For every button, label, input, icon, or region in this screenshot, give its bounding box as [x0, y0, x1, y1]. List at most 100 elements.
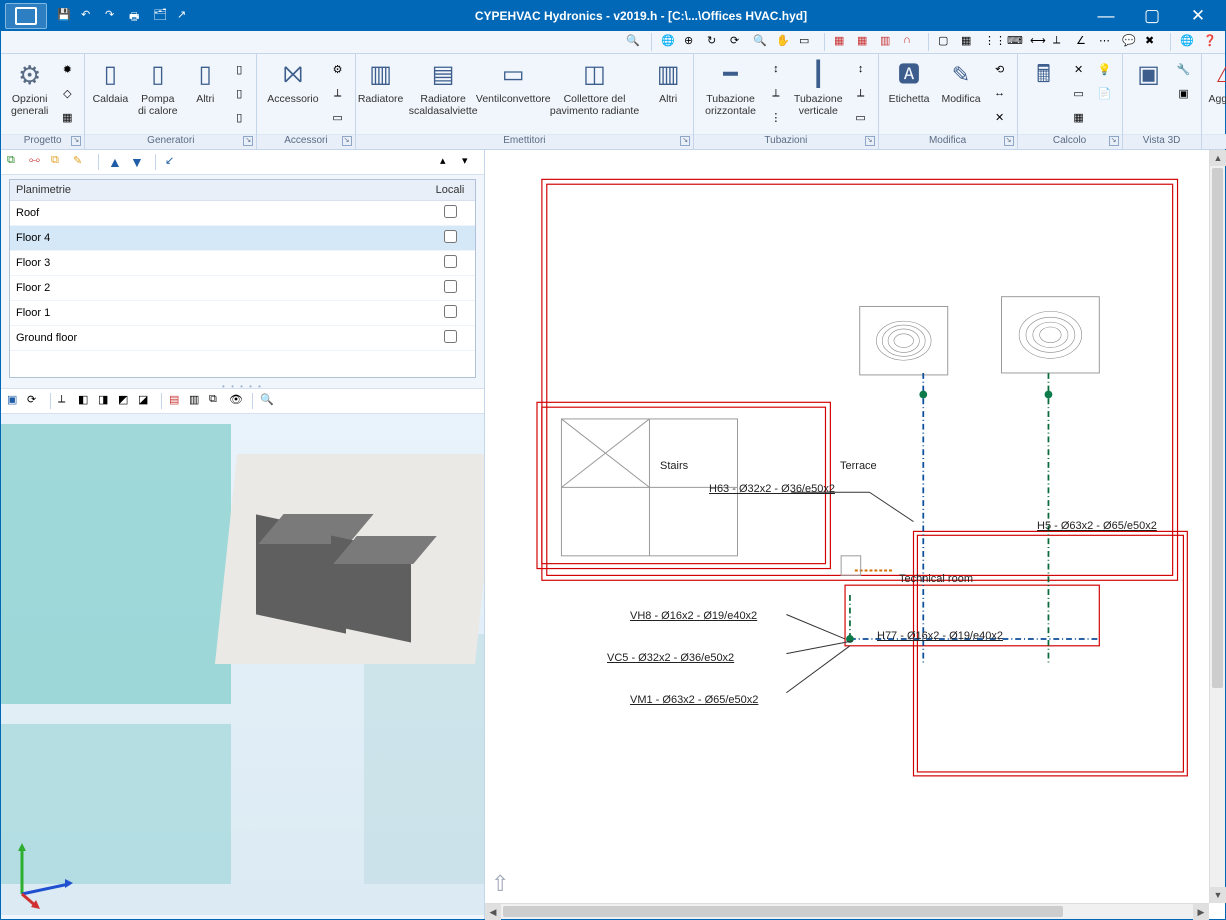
col-planimetrie[interactable]: Planimetrie — [10, 180, 425, 201]
more-icon[interactable]: ⋯ — [1099, 34, 1115, 50]
floor-row[interactable]: Floor 3 — [10, 251, 475, 276]
scroll-down-icon[interactable]: ▼ — [1210, 887, 1226, 903]
tub-sm3[interactable]: ⋮ — [765, 106, 787, 128]
floor-row[interactable]: Roof — [10, 201, 475, 226]
floor-row[interactable]: Floor 2 — [10, 276, 475, 301]
redo-icon[interactable]: ↷ — [105, 8, 121, 24]
calc-sm4[interactable]: 💡 — [1094, 58, 1116, 80]
magnet-icon[interactable]: ∩ — [903, 34, 919, 50]
view3d-icon[interactable]: ▣ — [7, 393, 23, 409]
calc-sm5[interactable]: 📄 — [1094, 82, 1116, 104]
calcolo-button[interactable]: 🖩 — [1022, 56, 1066, 108]
minimize-button[interactable]: — — [1083, 1, 1129, 31]
tubazione-verticale-button[interactable]: ┃Tubazione verticale — [789, 56, 848, 120]
tool1-icon[interactable]: ▦ — [834, 34, 850, 50]
scrollbar-horizontal[interactable]: ◀ ▶ — [485, 903, 1209, 919]
select-rect-icon[interactable]: ▭ — [799, 34, 815, 50]
collapse-up-icon[interactable]: ▴ — [440, 154, 456, 170]
collapse-down-icon[interactable]: ▾ — [462, 154, 478, 170]
modifica-button[interactable]: ✎Modifica — [935, 56, 986, 108]
small-btn-3[interactable]: ▦ — [56, 106, 78, 128]
maximize-button[interactable]: ▢ — [1129, 1, 1175, 31]
locali-checkbox[interactable] — [444, 305, 457, 318]
v3d-sm1[interactable]: 🔧 — [1173, 58, 1195, 80]
ventilconvettore-button[interactable]: ▭Ventilconvettore — [485, 56, 542, 108]
locali-checkbox[interactable] — [444, 280, 457, 293]
acc-sm2[interactable]: ⟂ — [327, 82, 349, 104]
app-menu-icon[interactable] — [5, 3, 47, 29]
floor-row[interactable]: Ground floor — [10, 326, 475, 351]
globe2-icon[interactable]: ⊕ — [684, 34, 700, 50]
angle-icon[interactable]: ∠ — [1076, 34, 1092, 50]
tub-sm4[interactable]: ↕ — [850, 58, 872, 80]
import-icon[interactable]: ↙ — [165, 154, 181, 170]
orbit-icon[interactable]: ⟳ — [27, 393, 43, 409]
proj5-icon[interactable]: ◪ — [138, 393, 154, 409]
new-icon[interactable]: ⧉ — [7, 154, 23, 170]
locali-checkbox[interactable] — [444, 230, 457, 243]
col-locali[interactable]: Locali — [425, 180, 475, 201]
opzioni-generali-button[interactable]: ⚙ Opzioni generali — [5, 56, 54, 120]
floor-row[interactable]: Floor 4 — [10, 226, 475, 251]
tool3-icon[interactable]: ▥ — [880, 34, 896, 50]
emettitori-altri-button[interactable]: ▥Altri — [647, 56, 689, 108]
section-icon[interactable]: ▥ — [189, 393, 205, 409]
snap-grid-icon[interactable]: ▦ — [961, 34, 977, 50]
export-icon[interactable]: ↗ — [177, 8, 193, 24]
find-icon[interactable]: 🔍 — [626, 34, 642, 50]
launcher-icon[interactable]: ↘ — [680, 136, 690, 146]
scaldasalviette-button[interactable]: ▤Radiatore scaldasalviette — [402, 56, 485, 120]
caldaia-button[interactable]: ▯Caldaia — [89, 56, 131, 108]
down-icon[interactable]: ▼ — [130, 154, 146, 170]
small-btn-2[interactable]: ◇ — [56, 82, 78, 104]
locali-checkbox[interactable] — [444, 255, 457, 268]
copy-icon[interactable]: ⧉ — [51, 154, 67, 170]
etichetta-button[interactable]: 🅰Etichetta — [883, 56, 936, 108]
pan-icon[interactable]: ✋ — [776, 34, 792, 50]
proj2-icon[interactable]: ◧ — [78, 393, 94, 409]
tub-sm6[interactable]: ▭ — [850, 106, 872, 128]
v3d-sm3[interactable] — [1173, 106, 1195, 128]
calc-sm1[interactable]: ✕ — [1068, 58, 1090, 80]
edit-floor-icon[interactable]: ✎ — [73, 154, 89, 170]
locali-checkbox[interactable] — [444, 205, 457, 218]
settings-icon[interactable]: ✖ — [1145, 34, 1161, 50]
collettore-button[interactable]: ◫Collettore del pavimento radiante — [542, 56, 647, 120]
launcher-icon[interactable]: ↘ — [71, 136, 81, 146]
up-icon[interactable]: ▲ — [108, 154, 124, 170]
launcher-icon[interactable]: ↘ — [342, 136, 352, 146]
viewer-3d[interactable] — [1, 414, 484, 915]
gen-sm1[interactable]: ▯ — [228, 58, 250, 80]
proj1-icon[interactable]: ⟂ — [58, 393, 74, 409]
layer-icon[interactable]: ⧉ — [209, 393, 225, 409]
undo-icon[interactable]: ↶ — [81, 8, 97, 24]
v3d-sm2[interactable]: ▣ — [1173, 82, 1195, 104]
gen-sm2[interactable]: ▯ — [228, 82, 250, 104]
eye-icon[interactable]: 👁 — [229, 393, 245, 409]
snap2-icon[interactable]: ⋮⋮ — [984, 34, 1000, 50]
comment-icon[interactable]: 💬 — [1122, 34, 1138, 50]
launcher-icon[interactable]: ↘ — [1109, 136, 1119, 146]
acc-sm3[interactable]: ▭ — [327, 106, 349, 128]
clip-icon[interactable]: ▤ — [169, 393, 185, 409]
small-btn-1[interactable]: ✹ — [56, 58, 78, 80]
save-icon[interactable]: 💾 — [57, 8, 73, 24]
tubazione-orizzontale-button[interactable]: ━Tubazione orizzontale — [698, 56, 763, 120]
mod-sm1[interactable]: ⟲ — [989, 58, 1011, 80]
tub-sm2[interactable]: ⟂ — [765, 82, 787, 104]
calc-sm6[interactable] — [1094, 106, 1116, 128]
generatori-altri-button[interactable]: ▯Altri — [184, 56, 226, 108]
mod-sm3[interactable]: ✕ — [989, 106, 1011, 128]
calc-sm3[interactable]: ▦ — [1068, 106, 1090, 128]
plan-canvas[interactable]: Stairs Terrace Technical room H63 - Ø32x… — [485, 150, 1209, 903]
help-globe-icon[interactable]: 🌐 — [1180, 34, 1196, 50]
accessorio-button[interactable]: ⨝Accessorio — [261, 56, 324, 108]
keyboard-icon[interactable]: ⌨ — [1007, 34, 1023, 50]
gen-sm3[interactable]: ▯ — [228, 106, 250, 128]
print-icon[interactable]: 🖶 — [129, 8, 145, 24]
mod-sm2[interactable]: ↔ — [989, 82, 1011, 104]
pompa-calore-button[interactable]: ▯Pompa di calore — [131, 56, 184, 120]
scrollbar-vertical[interactable]: ▲ ▼ — [1209, 150, 1225, 903]
launcher-icon[interactable]: ↘ — [243, 136, 253, 146]
locali-checkbox[interactable] — [444, 330, 457, 343]
